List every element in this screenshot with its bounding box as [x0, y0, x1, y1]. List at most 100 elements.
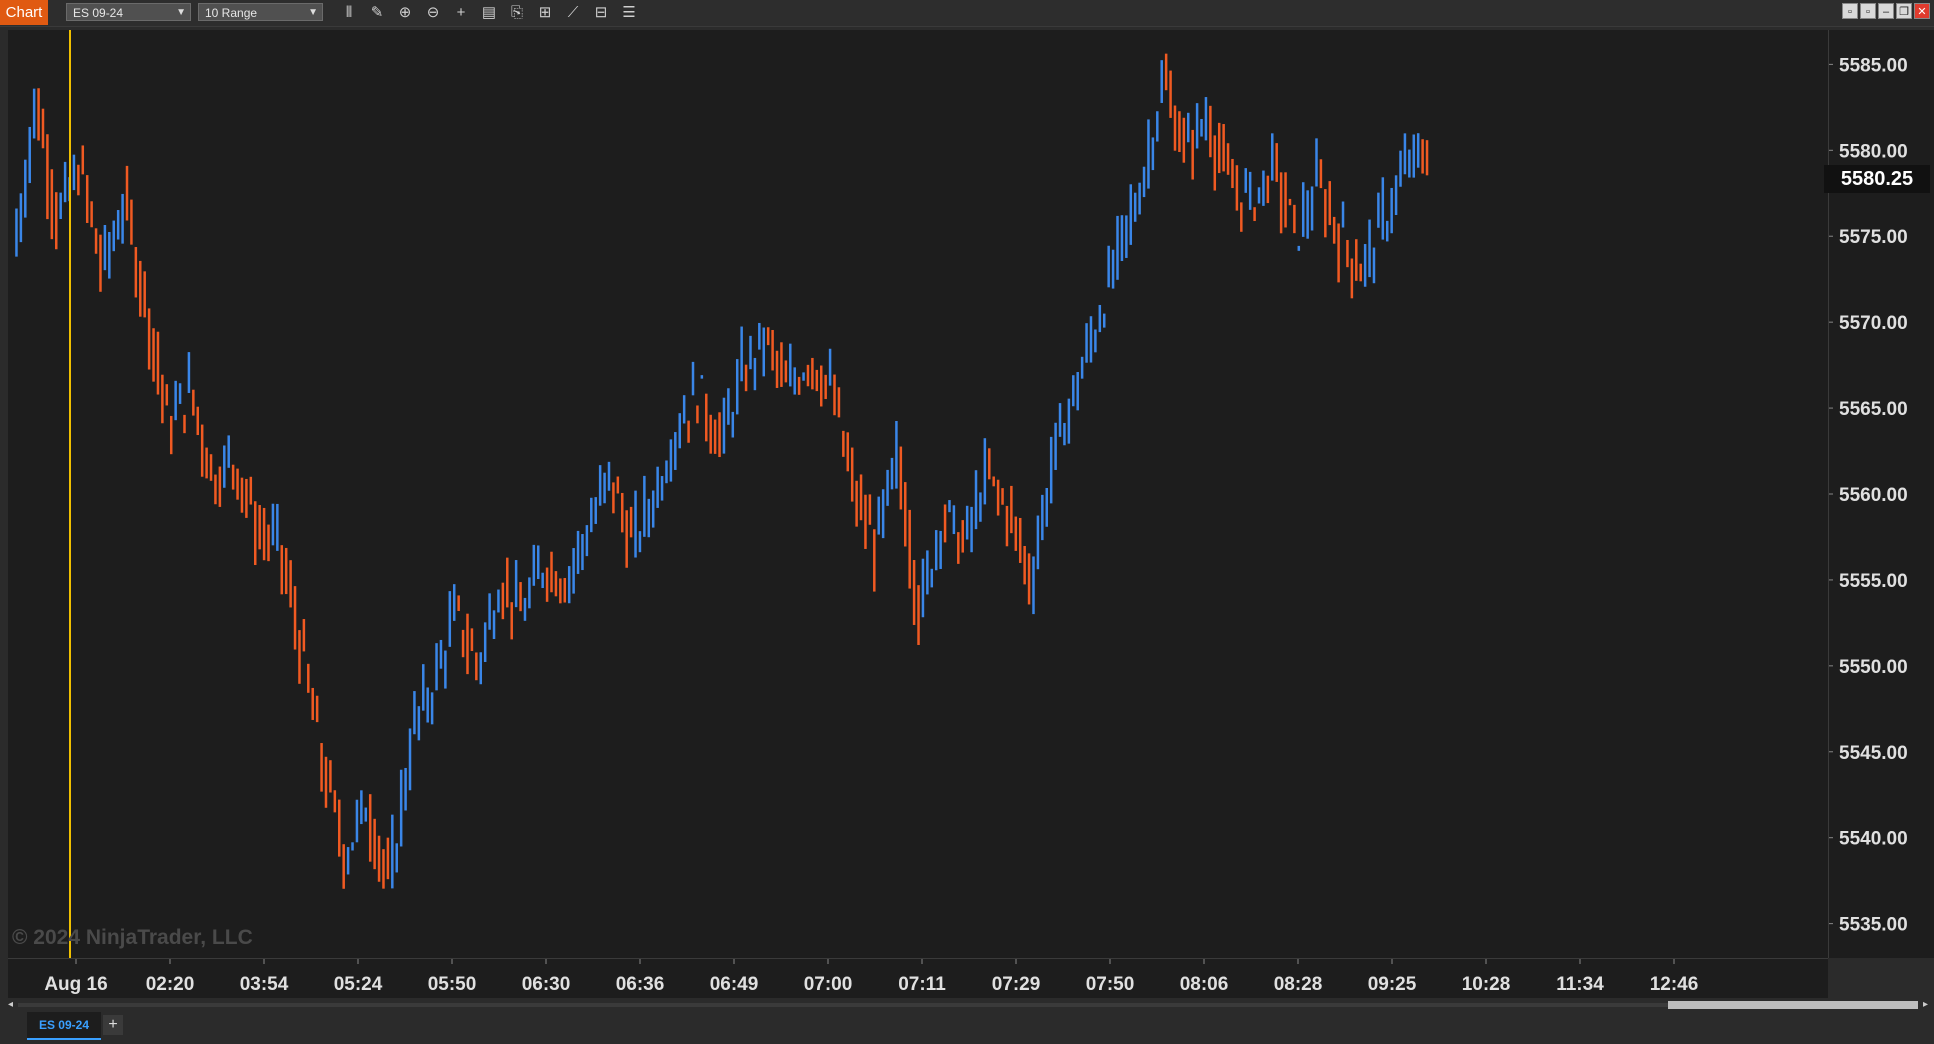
instrument-tab[interactable]: ES 09-24: [27, 1012, 101, 1040]
price-bar: [360, 790, 363, 825]
price-bar: [147, 308, 151, 370]
price-bar: [616, 476, 620, 494]
price-bar: [506, 557, 509, 608]
price-bar: [1054, 422, 1057, 470]
price-bar: [1107, 245, 1110, 288]
scroll-left-icon[interactable]: ◂: [8, 999, 13, 1010]
chart-panel[interactable]: © 2024 NinjaTrader, LLC: [8, 30, 1828, 958]
minimize-icon[interactable]: –: [1878, 3, 1894, 19]
price-bar: [974, 470, 978, 530]
price-bar: [780, 342, 783, 387]
price-bar: [1023, 545, 1026, 585]
price-bar: [227, 435, 230, 468]
price-bar: [607, 461, 611, 491]
price-bar: [1332, 216, 1336, 244]
add-tab-button[interactable]: +: [103, 1015, 123, 1035]
layout-icon[interactable]: ▫: [1860, 3, 1876, 19]
price-bar: [1355, 239, 1358, 281]
price-bar: [1085, 323, 1088, 363]
time-axis[interactable]: Aug 16 02:20 03:54 05:24 05:50 06:30 06:36 06:4…: [8, 958, 1828, 999]
price-bar: [789, 343, 792, 387]
crosshair-icon[interactable]: +: [447, 2, 475, 24]
price-bars-svg: [15, 30, 1429, 958]
period-selector[interactable]: 10 Range ▼: [198, 3, 323, 21]
zoom-in-icon[interactable]: ⊕: [391, 2, 419, 24]
data-box-icon[interactable]: ☰: [615, 2, 643, 24]
price-bar: [1293, 204, 1296, 234]
price-label: 5570.00: [1839, 313, 1908, 334]
price-bar: [528, 577, 531, 609]
price-bar: [59, 192, 62, 219]
price-bar: [466, 613, 469, 675]
time-label: 09:25: [1368, 974, 1417, 995]
price-bar: [1408, 149, 1411, 178]
price-bar: [1421, 139, 1424, 174]
price-bar: [850, 447, 854, 502]
price-bar: [501, 582, 505, 620]
scroll-thumb[interactable]: [1668, 1001, 1918, 1009]
price-bar: [868, 494, 872, 525]
price-bar: [939, 530, 942, 569]
price-bar: [1403, 133, 1407, 175]
price-bar: [1098, 304, 1102, 333]
properties-icon[interactable]: ▤: [475, 2, 503, 24]
price-bar: [1412, 134, 1416, 178]
price-bar: [293, 586, 297, 650]
chart-trader-icon[interactable]: ⊟: [587, 2, 615, 24]
tile-icon[interactable]: ▫: [1842, 3, 1858, 19]
scroll-track[interactable]: [18, 1003, 1918, 1007]
horizontal-scrollbar[interactable]: ◂ ▸: [8, 998, 1928, 1012]
price-bar: [1337, 223, 1340, 283]
price-bar: [643, 475, 646, 537]
close-icon[interactable]: ✕: [1914, 3, 1930, 19]
price-bar: [696, 405, 699, 424]
price-bar: [85, 175, 89, 223]
price-bar: [691, 361, 695, 396]
price-bar: [1297, 245, 1301, 251]
time-label: 10:28: [1462, 974, 1511, 995]
price-bar: [488, 593, 491, 630]
price-bar: [298, 630, 301, 684]
strategies-icon[interactable]: ⟋: [559, 2, 587, 24]
time-label: 08:28: [1274, 974, 1323, 995]
price-bar: [1187, 112, 1190, 143]
templates-icon[interactable]: ⎘: [503, 2, 531, 24]
price-bar: [1240, 202, 1243, 232]
price-label: 5560.00: [1839, 485, 1908, 506]
bar-type-icon[interactable]: ⫴: [335, 2, 363, 24]
price-bar: [842, 430, 845, 457]
price-bar: [439, 639, 443, 669]
price-bar: [139, 260, 142, 317]
price-bar: [404, 767, 407, 811]
price-bar: [32, 88, 36, 139]
price-bar: [470, 628, 474, 652]
price-bar: [961, 520, 964, 553]
price-label: 5575.00: [1839, 227, 1908, 248]
instrument-selector[interactable]: ES 09-24 ▼: [66, 3, 191, 21]
price-bar: [329, 760, 332, 793]
price-bar: [262, 507, 266, 561]
price-bar: [1359, 263, 1362, 282]
restore-icon[interactable]: ❐: [1896, 3, 1912, 19]
price-bar: [930, 568, 934, 588]
price-bar: [846, 432, 850, 472]
price-bar: [55, 192, 58, 250]
price-bar: [806, 364, 810, 387]
price-bar: [1266, 175, 1270, 204]
price-bar: [368, 794, 372, 862]
price-bar: [563, 578, 567, 603]
price-bar: [169, 415, 173, 455]
price-bar: [271, 503, 275, 546]
price-bar: [165, 384, 169, 406]
scroll-right-icon[interactable]: ▸: [1923, 999, 1928, 1010]
zoom-out-icon[interactable]: ⊖: [419, 2, 447, 24]
pencil-icon[interactable]: ✎: [363, 2, 391, 24]
price-bar: [1372, 247, 1376, 284]
chart-window-tab[interactable]: Chart: [0, 0, 48, 25]
price-bar: [660, 476, 664, 501]
indicators-icon[interactable]: ⊞: [531, 2, 559, 24]
bottom-tab-bar: ES 09-24 +: [0, 1012, 1934, 1044]
price-bar: [373, 818, 376, 870]
price-bar: [700, 375, 704, 379]
price-bar: [890, 457, 894, 490]
